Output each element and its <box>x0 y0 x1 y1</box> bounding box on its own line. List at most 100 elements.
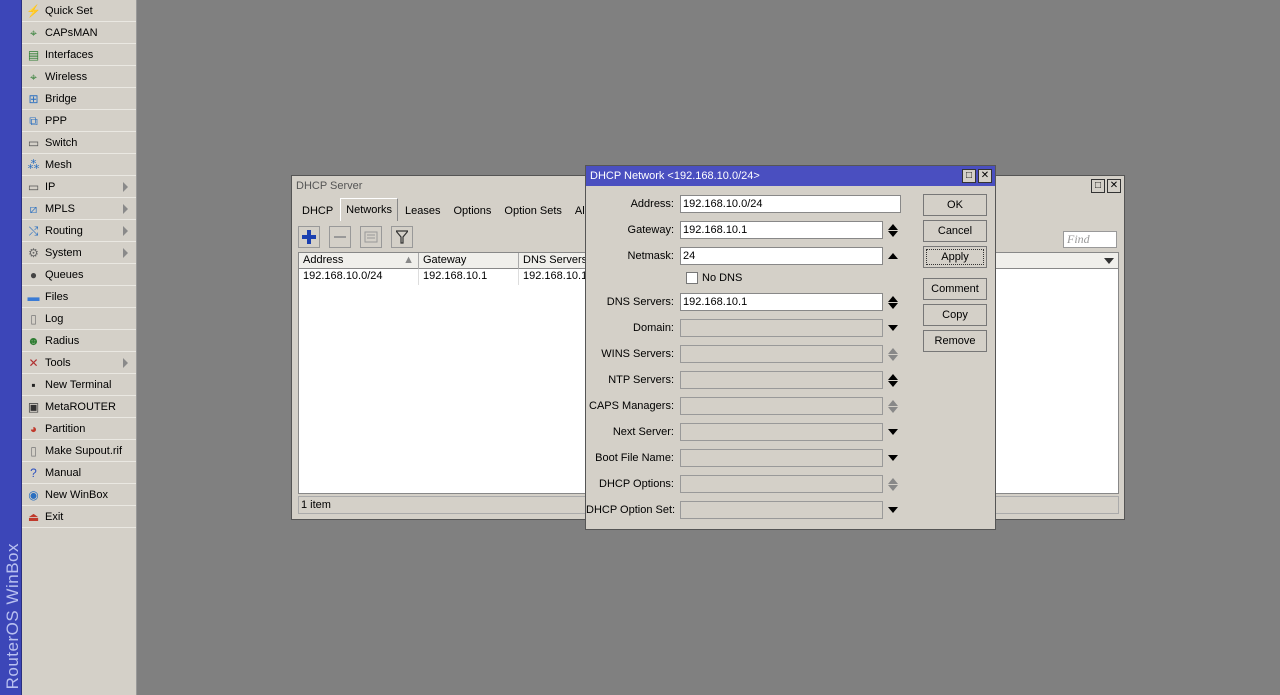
sidebar-item-queues[interactable]: ● Queues <box>22 264 136 286</box>
sidebar-item-label: Quick Set <box>45 4 93 17</box>
ntp-servers-updown-icon[interactable] <box>888 372 898 388</box>
ntp-servers-row: NTP Servers: <box>586 370 898 390</box>
caps-managers-field[interactable] <box>680 397 883 415</box>
exit-icon: ⏏ <box>27 509 40 524</box>
close-icon[interactable]: ✕ <box>978 169 992 183</box>
cancel-button[interactable]: Cancel <box>923 220 987 242</box>
tab-option-sets[interactable]: Option Sets <box>498 200 567 221</box>
sidebar-item-partition[interactable]: ◕ Partition <box>22 418 136 440</box>
tab-dhcp[interactable]: DHCP <box>296 200 339 221</box>
wins-servers-field[interactable] <box>680 345 883 363</box>
dhcp-options-field[interactable] <box>680 475 883 493</box>
boot-file-name-expand-icon[interactable] <box>888 450 898 466</box>
next-server-field[interactable] <box>680 423 883 441</box>
sidebar-item-routing[interactable]: ⤭ Routing <box>22 220 136 242</box>
submenu-arrow-icon <box>123 248 128 258</box>
sidebar-item-files[interactable]: ▬ Files <box>22 286 136 308</box>
sidebar-item-new-winbox[interactable]: ◉ New WinBox <box>22 484 136 506</box>
apply-button[interactable]: Apply <box>923 246 987 268</box>
netmask-field[interactable]: 24 <box>680 247 883 265</box>
sidebar-item-manual[interactable]: ? Manual <box>22 462 136 484</box>
sidebar-item-label: Radius <box>45 334 80 347</box>
remove-button[interactable] <box>329 226 351 248</box>
close-icon[interactable]: ✕ <box>1107 179 1121 193</box>
column-header-address[interactable]: Address ▲ <box>299 253 419 269</box>
ok-button[interactable]: OK <box>923 194 987 216</box>
sidebar-item-radius[interactable]: ☻ Radius <box>22 330 136 352</box>
maximize-icon[interactable]: □ <box>1091 179 1105 193</box>
no-dns-checkbox[interactable] <box>686 272 698 284</box>
caps-managers-updown-icon[interactable] <box>888 398 898 414</box>
dns-servers-updown-icon[interactable] <box>888 294 898 310</box>
sidebar-item-tools[interactable]: ✕ Tools <box>22 352 136 374</box>
sidebar-item-ppp[interactable]: ⧉ PPP <box>22 110 136 132</box>
sidebar-item-label: PPP <box>45 114 68 127</box>
tools-icon: ✕ <box>28 355 39 370</box>
ppp-icon: ⧉ <box>29 113 38 128</box>
capsman-icon: ⌖ <box>30 25 37 40</box>
wins-servers-updown-icon[interactable] <box>888 346 898 362</box>
remove-button[interactable]: Remove <box>923 330 987 352</box>
bridge-icon: ⊞ <box>28 91 39 106</box>
domain-expand-icon[interactable] <box>888 320 898 336</box>
dhcp-network-titlebar[interactable]: DHCP Network <192.168.10.0/24> <box>586 166 995 186</box>
sidebar-item-mesh[interactable]: ⁂ Mesh <box>22 154 136 176</box>
sidebar-item-wireless[interactable]: ⌖ Wireless <box>22 66 136 88</box>
sidebar-item-interfaces[interactable]: ▤ Interfaces <box>22 44 136 66</box>
sidebar-item-metarouter[interactable]: ▣ MetaROUTER <box>22 396 136 418</box>
sidebar-item-label: Mesh <box>45 158 72 171</box>
switch-icon: ▭ <box>27 135 40 150</box>
gateway-field[interactable]: 192.168.10.1 <box>680 221 883 239</box>
sidebar-item-quick-set[interactable]: ⚡ Quick Set <box>22 0 136 22</box>
next-server-expand-icon[interactable] <box>888 424 898 440</box>
ntp-servers-field[interactable] <box>680 371 883 389</box>
gateway-updown-icon[interactable] <box>888 222 898 238</box>
maximize-icon[interactable]: □ <box>962 169 976 183</box>
sidebar-item-label: MetaROUTER <box>45 400 116 413</box>
find-input[interactable]: Find <box>1063 231 1117 248</box>
sidebar-item-label: New Terminal <box>45 378 112 391</box>
sidebar-item-label: Tools <box>45 356 71 369</box>
sidebar-item-exit[interactable]: ⏏ Exit <box>22 506 136 528</box>
tab-networks[interactable]: Networks <box>340 198 399 221</box>
dhcp-option-set-dropdown-icon[interactable] <box>888 502 898 518</box>
copy-button[interactable]: Copy <box>923 304 987 326</box>
address-field[interactable]: 192.168.10.0/24 <box>680 195 901 213</box>
filter-button[interactable] <box>391 226 413 248</box>
dhcp-network-title: DHCP Network <192.168.10.0/24> <box>590 170 760 182</box>
plus-icon <box>302 230 316 244</box>
terminal-icon: ▪ <box>31 377 36 392</box>
tab-leases[interactable]: Leases <box>399 200 446 221</box>
sidebar-item-mpls[interactable]: ⧄ MPLS <box>22 198 136 220</box>
domain-field[interactable] <box>680 319 883 337</box>
netmask-label: Netmask: <box>627 250 674 262</box>
sidebar-item-system[interactable]: ⚙ System <box>22 242 136 264</box>
netmask-collapse-icon[interactable] <box>888 248 898 264</box>
sidebar-item-label: Wireless <box>45 70 88 83</box>
sidebar-item-new-terminal[interactable]: ▪ New Terminal <box>22 374 136 396</box>
comment-button[interactable] <box>360 226 382 248</box>
sidebar-item-label: System <box>45 246 82 259</box>
tab-options[interactable]: Options <box>448 200 498 221</box>
dns-servers-field[interactable]: 192.168.10.1 <box>680 293 883 311</box>
address-row: Address: 192.168.10.0/24 <box>586 194 901 214</box>
next-server-label: Next Server: <box>612 426 674 438</box>
sidebar-item-make-supout-rif[interactable]: ▯ Make Supout.rif <box>22 440 136 462</box>
brand-label: RouterOS WinBox <box>3 542 22 689</box>
sidebar-item-log[interactable]: ▯ Log <box>22 308 136 330</box>
boot-file-name-row: Boot File Name: <box>586 448 898 468</box>
sidebar-item-switch[interactable]: ▭ Switch <box>22 132 136 154</box>
columns-dropdown-icon[interactable] <box>1102 254 1116 268</box>
comment-button[interactable]: Comment <box>923 278 987 300</box>
column-header-gateway[interactable]: Gateway <box>419 253 519 269</box>
dhcp-option-set-field[interactable] <box>680 501 883 519</box>
sidebar-item-ip[interactable]: ▭ IP <box>22 176 136 198</box>
sidebar-item-bridge[interactable]: ⊞ Bridge <box>22 88 136 110</box>
sidebar-item-label: CAPsMAN <box>45 26 98 39</box>
sidebar-item-capsman[interactable]: ⌖ CAPsMAN <box>22 22 136 44</box>
next-server-row: Next Server: <box>586 422 898 442</box>
dns-servers-label: DNS Servers: <box>606 296 674 308</box>
add-button[interactable] <box>298 226 320 248</box>
boot-file-name-field[interactable] <box>680 449 883 467</box>
dhcp-options-updown-icon[interactable] <box>888 476 898 492</box>
